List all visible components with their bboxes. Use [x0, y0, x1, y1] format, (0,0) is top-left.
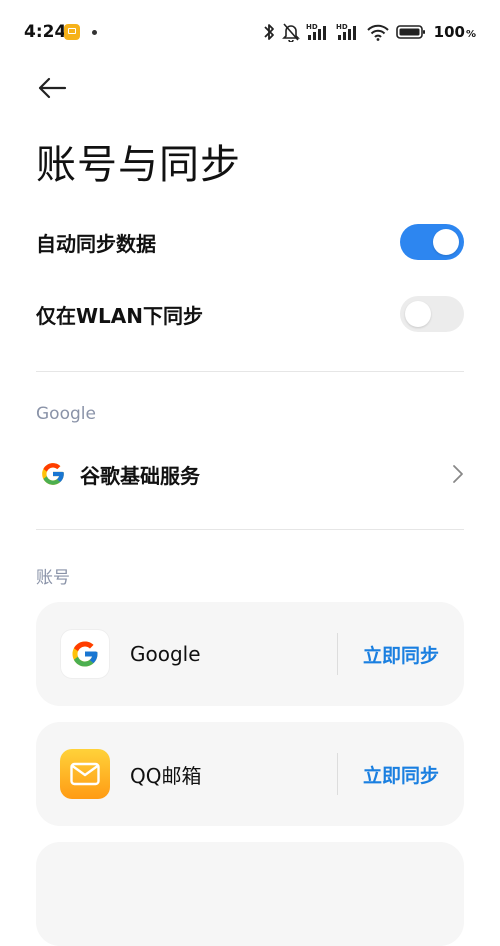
wlan-sync-row: 仅在WLAN下同步	[36, 290, 464, 338]
status-bar: 4:24 HD HD 100 %	[0, 0, 500, 64]
divider	[36, 529, 464, 530]
auto-sync-label: 自动同步数据	[36, 231, 156, 256]
notification-app-icon	[64, 24, 80, 40]
accounts-section-header: 账号	[36, 568, 70, 588]
account-name: QQ邮箱	[130, 763, 202, 788]
google-services-label: 谷歌基础服务	[80, 463, 200, 488]
page-title: 账号与同步	[36, 142, 241, 188]
auto-sync-row: 自动同步数据	[36, 218, 464, 266]
account-name: Google	[130, 642, 201, 666]
google-section-header: Google	[36, 404, 96, 424]
google-services-row[interactable]: 谷歌基础服务	[36, 448, 464, 500]
google-logo-icon	[60, 629, 110, 679]
signal-hd-icon-2: HD	[336, 23, 356, 40]
auto-sync-toggle[interactable]	[400, 224, 464, 260]
account-card-partial[interactable]	[36, 842, 464, 946]
battery-percent: 100	[433, 23, 465, 41]
signal-hd-icon-1: HD	[306, 23, 326, 40]
mute-bell-icon	[281, 23, 300, 42]
percent-sign: %	[465, 28, 476, 40]
chevron-right-icon	[453, 465, 463, 483]
status-time: 4:24	[24, 22, 67, 42]
account-card-google[interactable]: Google 立即同步	[36, 602, 464, 706]
sync-now-button[interactable]: 立即同步	[338, 641, 464, 668]
battery-icon	[395, 25, 425, 39]
back-arrow-icon	[38, 77, 67, 99]
back-button[interactable]	[32, 70, 72, 106]
svg-text:HD: HD	[336, 23, 348, 31]
sync-now-button[interactable]: 立即同步	[338, 761, 464, 788]
google-g-icon	[42, 463, 64, 485]
divider	[36, 371, 464, 372]
toggle-knob	[405, 301, 431, 327]
bluetooth-icon	[264, 24, 274, 40]
wlan-sync-label: 仅在WLAN下同步	[36, 303, 204, 328]
notification-dot-icon	[92, 30, 97, 35]
toggle-knob	[433, 229, 459, 255]
status-icons: HD HD 100 %	[262, 20, 476, 44]
svg-text:HD: HD	[306, 23, 318, 31]
wifi-icon	[366, 24, 389, 41]
account-card-qq-mail[interactable]: QQ邮箱 立即同步	[36, 722, 464, 826]
qq-mail-logo-icon	[60, 749, 110, 799]
wlan-sync-toggle[interactable]	[400, 296, 464, 332]
